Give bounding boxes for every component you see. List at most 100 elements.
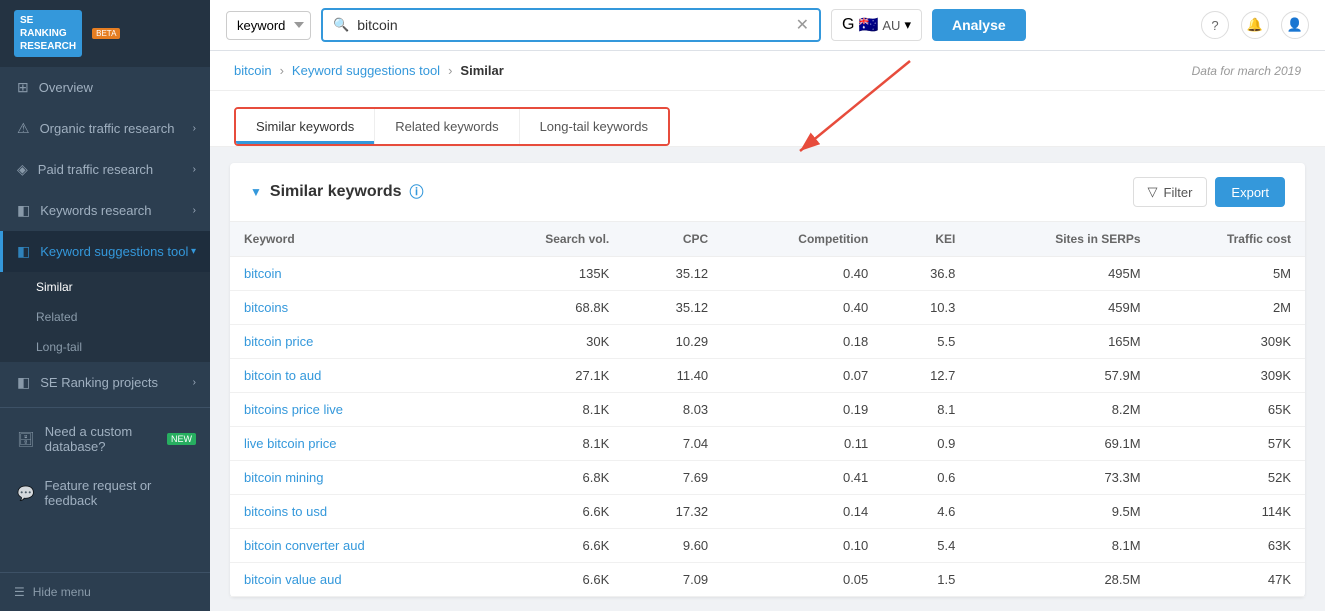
breadcrumb-sep2: › [448, 63, 452, 78]
cell-keyword: bitcoin to aud [230, 359, 473, 393]
data-table: Keyword Search vol. CPC Competition KEI … [230, 222, 1305, 597]
tab-similar[interactable]: Similar keywords [236, 109, 375, 144]
table-row: bitcoin to aud27.1K11.400.0712.757.9M309… [230, 359, 1305, 393]
arrow-icon: › [193, 123, 196, 134]
clear-button[interactable]: ✕ [796, 15, 809, 35]
custom-db-label: Need a custom database? [45, 424, 161, 454]
keyword-link[interactable]: bitcoin mining [244, 470, 324, 485]
sidebar-item-overview[interactable]: ⊞ Overview [0, 67, 210, 108]
sidebar-submenu: Similar Related Long-tail [0, 272, 210, 362]
cell-keyword: bitcoins [230, 291, 473, 325]
sidebar-item-suggestions[interactable]: ◧ Keyword suggestions tool ▾ [0, 231, 210, 272]
keyword-link[interactable]: bitcoin converter aud [244, 538, 365, 553]
triangle-icon: ▼ [250, 185, 262, 199]
tabs-and-arrow-area: Similar keywords Related keywords Long-t… [210, 91, 1325, 147]
main-content: keyword 🔍 bitcoin ✕ G 🇦🇺 AU ▾ Analyse ? … [210, 0, 1325, 611]
cell-search-vol: 27.1K [473, 359, 623, 393]
cell-sites-serp: 57.9M [969, 359, 1154, 393]
keyword-type-select[interactable]: keyword [226, 11, 311, 40]
google-icon: G [842, 16, 854, 34]
cell-sites-serp: 165M [969, 325, 1154, 359]
sidebar-sub-similar[interactable]: Similar [0, 272, 210, 302]
sidebar-item-paid[interactable]: ◈ Paid traffic research › [0, 149, 210, 190]
keyword-link[interactable]: bitcoin to aud [244, 368, 321, 383]
cell-traffic-cost: 2M [1155, 291, 1305, 325]
cell-traffic-cost: 309K [1155, 325, 1305, 359]
table-row: live bitcoin price8.1K7.040.110.969.1M57… [230, 427, 1305, 461]
flag-icon: 🇦🇺 [858, 15, 878, 35]
cell-kei: 0.9 [882, 427, 969, 461]
filter-button[interactable]: ▽ Filter [1133, 177, 1208, 207]
cell-keyword: bitcoin value aud [230, 563, 473, 597]
sidebar-sub-longtail[interactable]: Long-tail [0, 332, 210, 362]
logo-box: SERANKINGRESEARCH [14, 10, 82, 57]
keyword-link[interactable]: bitcoins price live [244, 402, 343, 417]
cell-keyword: bitcoins price live [230, 393, 473, 427]
tab-longtail[interactable]: Long-tail keywords [520, 109, 668, 144]
keyword-link[interactable]: bitcoin price [244, 334, 313, 349]
table-row: bitcoin value aud6.6K7.090.051.528.5M47K [230, 563, 1305, 597]
cell-cpc: 7.09 [623, 563, 722, 597]
sidebar-item-custom-db[interactable]: 🗄 Need a custom database? NEW [0, 412, 210, 466]
table-body: bitcoin135K35.120.4036.8495M5Mbitcoins68… [230, 257, 1305, 597]
tab-related[interactable]: Related keywords [375, 109, 519, 144]
country-label: AU [882, 18, 900, 33]
sidebar-item-keywords[interactable]: ◧ Keywords research › [0, 190, 210, 231]
cell-competition: 0.41 [722, 461, 882, 495]
cell-sites-serp: 9.5M [969, 495, 1154, 529]
sidebar-bottom: ☰ Hide menu [0, 572, 210, 611]
sidebar-item-label: Keywords research [40, 203, 151, 218]
hide-menu-label: Hide menu [33, 585, 91, 599]
keyword-link[interactable]: bitcoins to usd [244, 504, 327, 519]
keyword-link[interactable]: bitcoin value aud [244, 572, 342, 587]
keyword-link[interactable]: bitcoins [244, 300, 288, 315]
breadcrumb-current: Similar [460, 63, 503, 78]
cell-competition: 0.14 [722, 495, 882, 529]
table-section: ▼ Similar keywords ⓘ ▽ Filter Export Key… [230, 163, 1305, 597]
sidebar-item-organic[interactable]: ⚠ Organic traffic research › [0, 108, 210, 149]
search-input[interactable]: bitcoin [357, 17, 795, 33]
sidebar-item-feedback[interactable]: 💬 Feature request or feedback [0, 466, 210, 520]
cell-search-vol: 8.1K [473, 427, 623, 461]
info-icon[interactable]: ⓘ [410, 182, 424, 202]
col-competition: Competition [722, 222, 882, 257]
keyword-link[interactable]: bitcoin [244, 266, 282, 281]
cell-keyword: bitcoins to usd [230, 495, 473, 529]
table-row: bitcoin mining6.8K7.690.410.673.3M52K [230, 461, 1305, 495]
sidebar-item-label: Keyword suggestions tool [40, 244, 188, 259]
cell-sites-serp: 495M [969, 257, 1154, 291]
cell-keyword: bitcoin [230, 257, 473, 291]
overview-icon: ⊞ [17, 79, 29, 96]
table-actions: ▽ Filter Export [1133, 177, 1285, 207]
col-keyword: Keyword [230, 222, 473, 257]
cell-search-vol: 6.6K [473, 563, 623, 597]
user-icon[interactable]: 👤 [1281, 11, 1309, 39]
table-header: ▼ Similar keywords ⓘ ▽ Filter Export [230, 163, 1305, 222]
cell-sites-serp: 459M [969, 291, 1154, 325]
cell-keyword: bitcoin price [230, 325, 473, 359]
cell-competition: 0.40 [722, 257, 882, 291]
help-icon[interactable]: ? [1201, 11, 1229, 39]
analyse-button[interactable]: Analyse [932, 9, 1026, 41]
hamburger-icon: ☰ [14, 585, 25, 599]
export-button[interactable]: Export [1215, 177, 1285, 207]
sidebar-sub-related[interactable]: Related [0, 302, 210, 332]
sidebar-item-label: Paid traffic research [38, 162, 153, 177]
cell-sites-serp: 73.3M [969, 461, 1154, 495]
table-row: bitcoin135K35.120.4036.8495M5M [230, 257, 1305, 291]
cell-traffic-cost: 5M [1155, 257, 1305, 291]
keyword-link[interactable]: live bitcoin price [244, 436, 337, 451]
col-traffic-cost: Traffic cost [1155, 222, 1305, 257]
cell-competition: 0.40 [722, 291, 882, 325]
sidebar-item-projects[interactable]: ◧ SE Ranking projects › [0, 362, 210, 403]
tabs-section: Similar keywords Related keywords Long-t… [210, 91, 1325, 147]
similar-label: Similar [36, 280, 73, 294]
notifications-icon[interactable]: 🔔 [1241, 11, 1269, 39]
breadcrumb-bitcoin[interactable]: bitcoin [234, 63, 272, 78]
engine-selector[interactable]: G 🇦🇺 AU ▾ [831, 9, 922, 41]
sidebar-item-label: Overview [39, 80, 93, 95]
breadcrumb-tool[interactable]: Keyword suggestions tool [292, 63, 440, 78]
hide-menu-button[interactable]: ☰ Hide menu [0, 573, 210, 611]
col-cpc: CPC [623, 222, 722, 257]
sidebar-item-label: SE Ranking projects [40, 375, 158, 390]
